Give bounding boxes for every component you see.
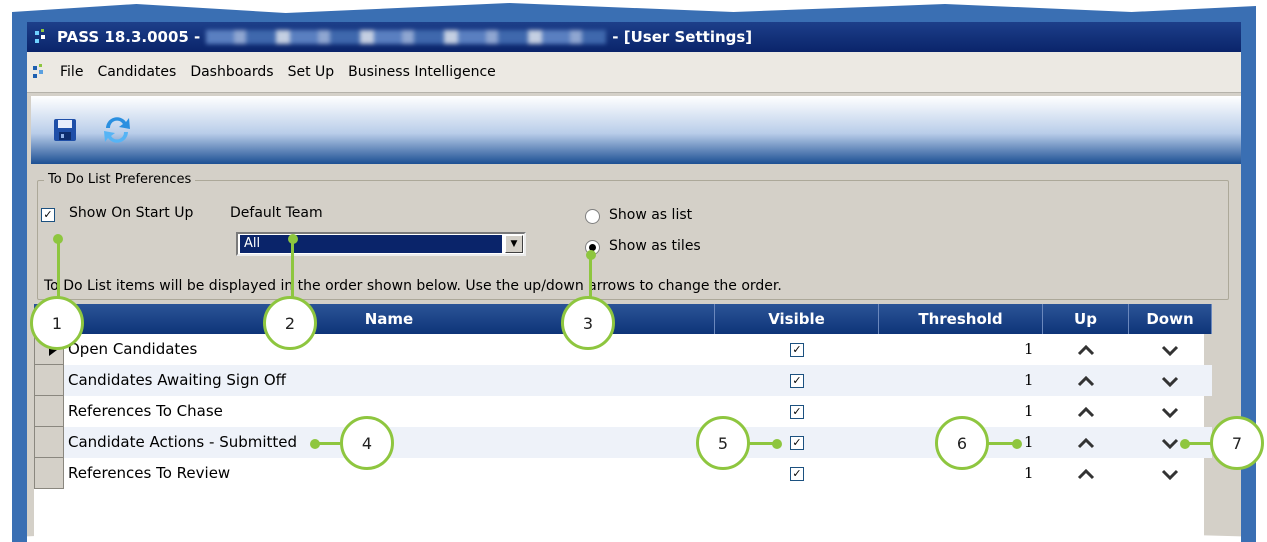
- callout-7-line: [1186, 442, 1212, 445]
- app-menu-icon[interactable]: [33, 64, 49, 80]
- callout-4: 4: [340, 416, 394, 470]
- threshold-value[interactable]: 1: [1024, 334, 1034, 365]
- table-row[interactable]: References To Chase ✓ 1: [34, 396, 1212, 427]
- row-selector[interactable]: [34, 365, 64, 396]
- table-row[interactable]: References To Review ✓ 1: [34, 458, 1212, 489]
- order-instruction: To Do List items will be displayed in th…: [44, 278, 782, 294]
- row-name: Candidate Actions - Submitted: [68, 433, 298, 451]
- threshold-value[interactable]: 1: [1024, 396, 1034, 427]
- show-on-startup-label: Show On Start Up: [69, 205, 194, 221]
- callout-4-line: [318, 442, 340, 445]
- show-as-list-radio[interactable]: [585, 209, 600, 224]
- move-down-icon[interactable]: [1159, 404, 1181, 420]
- threshold-value[interactable]: 1: [1024, 365, 1034, 396]
- row-name: Open Candidates: [68, 340, 198, 358]
- default-team-label: Default Team: [230, 205, 323, 221]
- visible-checkbox[interactable]: ✓: [790, 343, 804, 357]
- show-as-tiles-label: Show as tiles: [609, 238, 701, 254]
- column-header-name[interactable]: Name: [64, 304, 715, 334]
- move-up-icon[interactable]: [1075, 466, 1097, 482]
- visible-checkbox[interactable]: ✓: [790, 436, 804, 450]
- column-header-threshold[interactable]: Threshold: [879, 304, 1043, 334]
- callout-7: 7: [1210, 416, 1264, 470]
- app-logo-icon: [35, 29, 45, 43]
- refresh-button[interactable]: [99, 112, 135, 148]
- callout-1: 1: [30, 296, 84, 350]
- menu-bar: File Candidates Dashboards Set Up Busine…: [27, 52, 1241, 93]
- save-icon: [54, 119, 76, 141]
- threshold-value[interactable]: 1: [1024, 427, 1034, 458]
- column-header-down[interactable]: Down: [1129, 304, 1212, 334]
- menu-candidates[interactable]: Candidates: [90, 64, 183, 80]
- title-bar: PASS 18.3.0005 - - [User Settings]: [27, 22, 1241, 52]
- window-title-prefix: PASS 18.3.0005 -: [57, 28, 201, 46]
- default-team-value: All: [240, 235, 502, 253]
- callout-5-line: [748, 442, 774, 445]
- move-down-icon[interactable]: [1159, 342, 1181, 358]
- menu-dashboards[interactable]: Dashboards: [183, 64, 280, 80]
- visible-checkbox[interactable]: ✓: [790, 374, 804, 388]
- callout-2-line: [291, 240, 294, 298]
- default-team-select[interactable]: All ▼: [236, 232, 526, 256]
- row-selector[interactable]: [34, 396, 64, 427]
- table-row[interactable]: Candidate Actions - Submitted ✓ 1: [34, 427, 1212, 458]
- move-up-icon[interactable]: [1075, 404, 1097, 420]
- todo-items-grid: Name Visible Threshold Up Down Open Cand…: [34, 304, 1212, 542]
- column-header-up[interactable]: Up: [1043, 304, 1129, 334]
- toolbar: [31, 96, 1241, 164]
- row-name: Candidates Awaiting Sign Off: [68, 371, 287, 389]
- grid-header: Name Visible Threshold Up Down: [34, 304, 1212, 334]
- move-up-icon[interactable]: [1075, 342, 1097, 358]
- menu-set-up[interactable]: Set Up: [281, 64, 342, 80]
- move-up-icon[interactable]: [1075, 435, 1097, 451]
- user-settings-window: PASS 18.3.0005 - - [User Settings] File …: [27, 22, 1241, 542]
- refresh-icon: [104, 117, 130, 143]
- move-down-icon[interactable]: [1159, 373, 1181, 389]
- move-up-icon[interactable]: [1075, 373, 1097, 389]
- callout-6: 6: [935, 416, 989, 470]
- show-on-startup-checkbox[interactable]: ✓: [41, 208, 55, 222]
- callout-5: 5: [696, 416, 750, 470]
- callout-2: 2: [263, 296, 317, 350]
- save-button[interactable]: [47, 112, 83, 148]
- column-header-visible[interactable]: Visible: [715, 304, 879, 334]
- visible-checkbox[interactable]: ✓: [790, 467, 804, 481]
- table-row[interactable]: Candidates Awaiting Sign Off ✓ 1: [34, 365, 1212, 396]
- row-selector[interactable]: [34, 458, 64, 489]
- visible-checkbox[interactable]: ✓: [790, 405, 804, 419]
- redacted-title: [206, 30, 607, 44]
- callout-3: 3: [561, 296, 615, 350]
- callout-1-line: [57, 240, 60, 298]
- chevron-down-icon[interactable]: ▼: [505, 235, 523, 253]
- move-down-icon[interactable]: [1159, 435, 1181, 451]
- menu-file[interactable]: File: [53, 64, 90, 80]
- group-label: To Do List Preferences: [44, 172, 196, 187]
- move-down-icon[interactable]: [1159, 466, 1181, 482]
- show-as-list-label: Show as list: [609, 207, 693, 223]
- callout-3-line: [589, 256, 592, 298]
- row-selector[interactable]: [34, 427, 64, 458]
- threshold-value[interactable]: 1: [1024, 458, 1034, 489]
- row-name: References To Review: [68, 464, 231, 482]
- menu-business-intelligence[interactable]: Business Intelligence: [341, 64, 503, 80]
- table-row[interactable]: Open Candidates ✓ 1: [34, 334, 1212, 365]
- callout-6-line: [986, 442, 1014, 445]
- row-name: References To Chase: [68, 402, 223, 420]
- window-title-suffix: - [User Settings]: [612, 28, 753, 46]
